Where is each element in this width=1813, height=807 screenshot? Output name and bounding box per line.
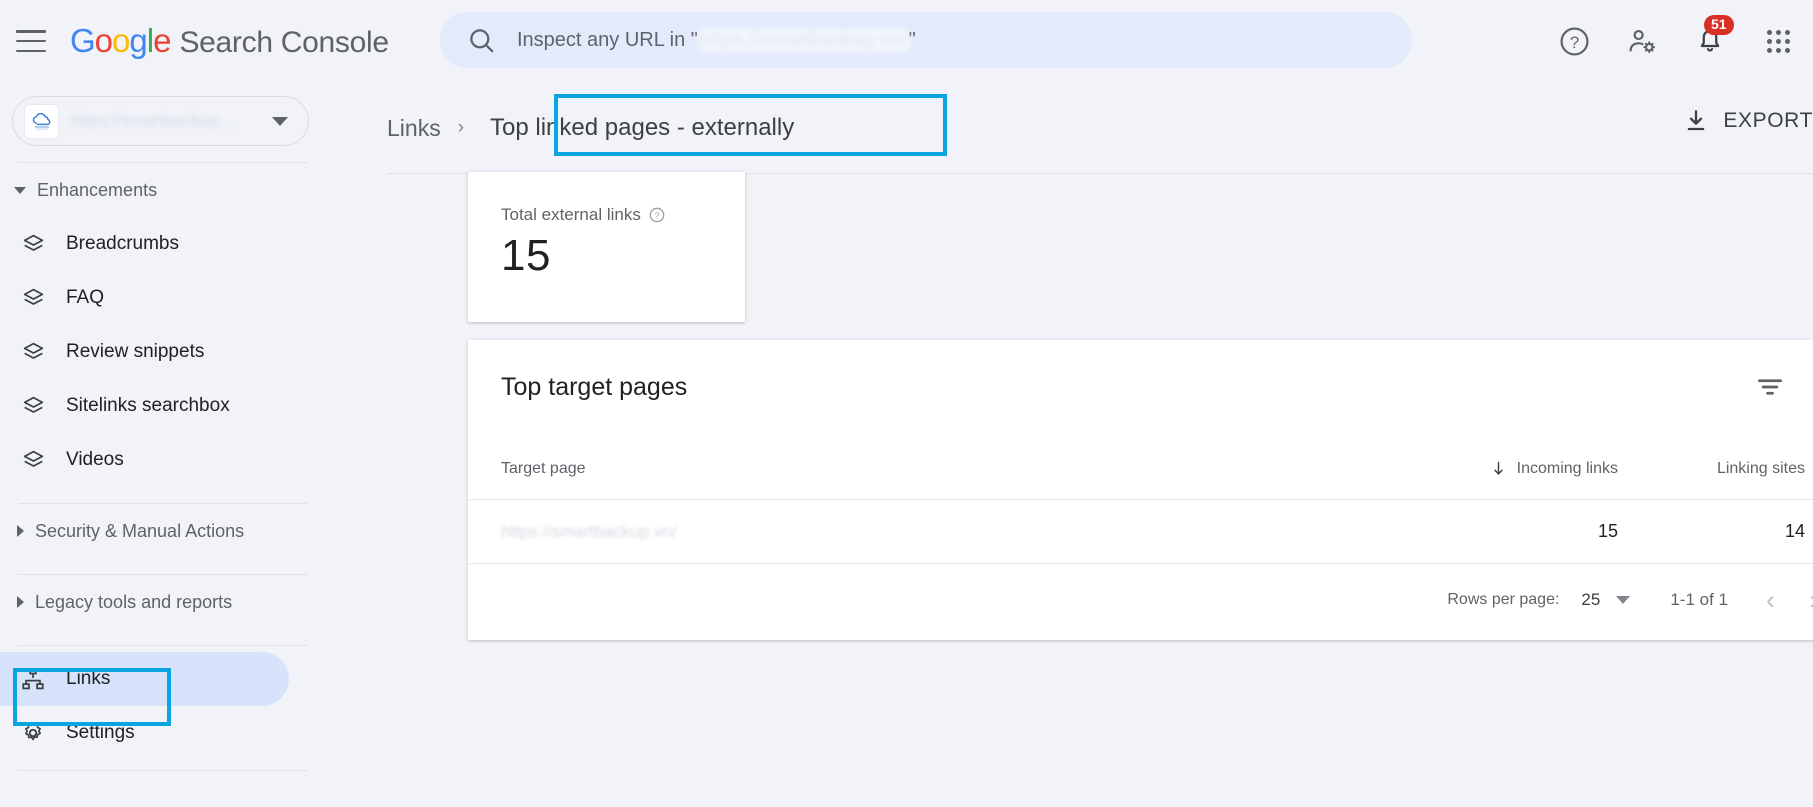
- url-inspection-search-bar[interactable]: Inspect any URL in " https://smartbackup.…: [440, 12, 1412, 68]
- property-url-redacted: https://smartbackup...: [70, 111, 233, 130]
- search-icon: [470, 28, 494, 52]
- search-placeholder-url-redacted: https://smartbackup.vn/: [697, 28, 909, 52]
- kpi-value: 15: [501, 231, 551, 280]
- filter-icon[interactable]: [1755, 372, 1785, 407]
- rows-per-page-label: Rows per page:: [1447, 591, 1560, 608]
- sidebar-divider-links: [18, 645, 307, 646]
- kpi-label: Total external links: [501, 205, 641, 224]
- top-app-bar: Google Search Console Inspect any URL in…: [0, 0, 1813, 82]
- arrow-down-icon: [1493, 461, 1503, 475]
- table-header-row: Target page Incoming links Linking sites: [468, 438, 1813, 500]
- sidebar-group-security-manual-actions[interactable]: Security & Manual Actions: [0, 504, 325, 558]
- site-favicon: [25, 104, 58, 138]
- chevron-down-icon[interactable]: [1616, 596, 1631, 604]
- hamburger-menu-icon[interactable]: [16, 30, 46, 52]
- property-selector[interactable]: https://smartbackup...: [12, 96, 309, 146]
- chevron-left-icon[interactable]: ‹: [1766, 586, 1775, 614]
- column-header-target-page[interactable]: Target page: [501, 460, 586, 478]
- column-header-linking-sites[interactable]: Linking sites: [1618, 460, 1813, 478]
- sidebar-item-label: Settings: [66, 722, 135, 743]
- export-button[interactable]: EXPORT: [1683, 108, 1813, 134]
- rows-per-page-value[interactable]: 25: [1581, 590, 1600, 610]
- sidebar-item-label: Links: [66, 668, 111, 689]
- svg-text:?: ?: [654, 210, 659, 220]
- sidebar-divider-bottom: [18, 770, 307, 771]
- search-placeholder-prefix: Inspect any URL in ": [517, 28, 698, 51]
- pagination-range: 1-1 of 1: [1670, 590, 1728, 609]
- chevron-right-icon[interactable]: ›: [1809, 586, 1813, 614]
- links-sitemap-icon: [18, 666, 48, 692]
- google-logo: Google: [70, 22, 171, 59]
- breadcrumb-separator: ›: [457, 117, 465, 138]
- sidebar-group-label: Security & Manual Actions: [35, 520, 245, 541]
- cell-incoming-links: 15: [1597, 521, 1618, 541]
- help-circle-icon[interactable]: ?: [649, 207, 665, 223]
- sidebar-item-label: FAQ: [66, 287, 105, 308]
- kpi-label-row: Total external links ?: [501, 205, 745, 225]
- top-target-pages-card: Top target pages Target page Incoming li…: [468, 340, 1813, 640]
- sidebar-group-legacy-tools[interactable]: Legacy tools and reports: [0, 575, 325, 629]
- gear-icon: [18, 720, 48, 746]
- layers-icon: [18, 232, 48, 257]
- chevron-down-icon[interactable]: [272, 116, 288, 126]
- sidebar-item-settings[interactable]: Settings: [0, 706, 289, 760]
- notification-badge-count: 51: [1704, 15, 1734, 35]
- sidebar-group-label: Enhancements: [37, 179, 158, 200]
- table-pagination: Rows per page: 25 1-1 of 1 ‹ ›: [468, 564, 1813, 636]
- help-icon[interactable]: ?: [1557, 24, 1591, 58]
- app-brand[interactable]: Google Search Console: [70, 22, 389, 60]
- layers-icon: [18, 394, 48, 419]
- chevron-right-icon: [17, 596, 24, 608]
- total-external-links-card: Total external links ? 15: [468, 172, 745, 322]
- layers-icon: [18, 340, 48, 365]
- sidebar-item-review-snippets[interactable]: Review snippets: [0, 325, 289, 379]
- layers-icon: [18, 286, 48, 311]
- main-content: Links › Top linked pages - externally EX…: [325, 82, 1813, 807]
- chevron-down-icon: [14, 186, 26, 194]
- table-row[interactable]: https://smartbackup.vn/ 15 14: [468, 500, 1813, 564]
- sidebar-item-faq[interactable]: FAQ: [0, 271, 289, 325]
- breadcrumb-links[interactable]: Links: [387, 115, 441, 142]
- sidebar-item-videos[interactable]: Videos: [0, 433, 289, 487]
- sidebar-item-sitelinks-searchbox[interactable]: Sitelinks searchbox: [0, 379, 289, 433]
- app-title: Search Console: [179, 26, 389, 59]
- search-placeholder-suffix: ": [908, 28, 916, 51]
- sidebar-group-enhancements[interactable]: Enhancements: [0, 163, 325, 217]
- svg-text:?: ?: [1569, 32, 1578, 51]
- sidebar-item-label: Videos: [66, 449, 124, 470]
- google-apps-grid-icon[interactable]: [1761, 24, 1795, 58]
- column-header-incoming-links-label: Incoming links: [1516, 459, 1618, 477]
- export-label: EXPORT: [1723, 109, 1813, 132]
- cell-linking-sites: 14: [1784, 521, 1805, 541]
- left-sidebar: https://smartbackup... Enhancements Brea…: [0, 82, 325, 807]
- sidebar-item-breadcrumbs[interactable]: Breadcrumbs: [0, 217, 289, 271]
- layers-icon: [18, 448, 48, 473]
- sidebar-item-label: Sitelinks searchbox: [66, 395, 230, 416]
- sidebar-item-label: Review snippets: [66, 341, 205, 362]
- table-title: Top target pages: [501, 373, 688, 401]
- breadcrumb-bar: Links › Top linked pages - externally EX…: [325, 82, 1813, 174]
- top-bar-icons: ? 51: [1557, 0, 1795, 82]
- sidebar-item-label: Breadcrumbs: [66, 233, 179, 254]
- download-icon: [1688, 110, 1705, 131]
- page-title: Top linked pages - externally: [490, 114, 795, 141]
- account-settings-icon[interactable]: [1625, 24, 1659, 58]
- column-header-incoming-links[interactable]: Incoming links: [1388, 460, 1618, 478]
- sidebar-item-links[interactable]: Links: [0, 652, 289, 706]
- notifications-bell-icon[interactable]: 51: [1693, 15, 1734, 58]
- cell-target-page-redacted: https://smartbackup.vn/: [501, 521, 677, 541]
- sidebar-group-label: Legacy tools and reports: [35, 591, 233, 612]
- chevron-right-icon: [17, 525, 24, 537]
- search-placeholder: Inspect any URL in " https://smartbackup.…: [517, 28, 916, 52]
